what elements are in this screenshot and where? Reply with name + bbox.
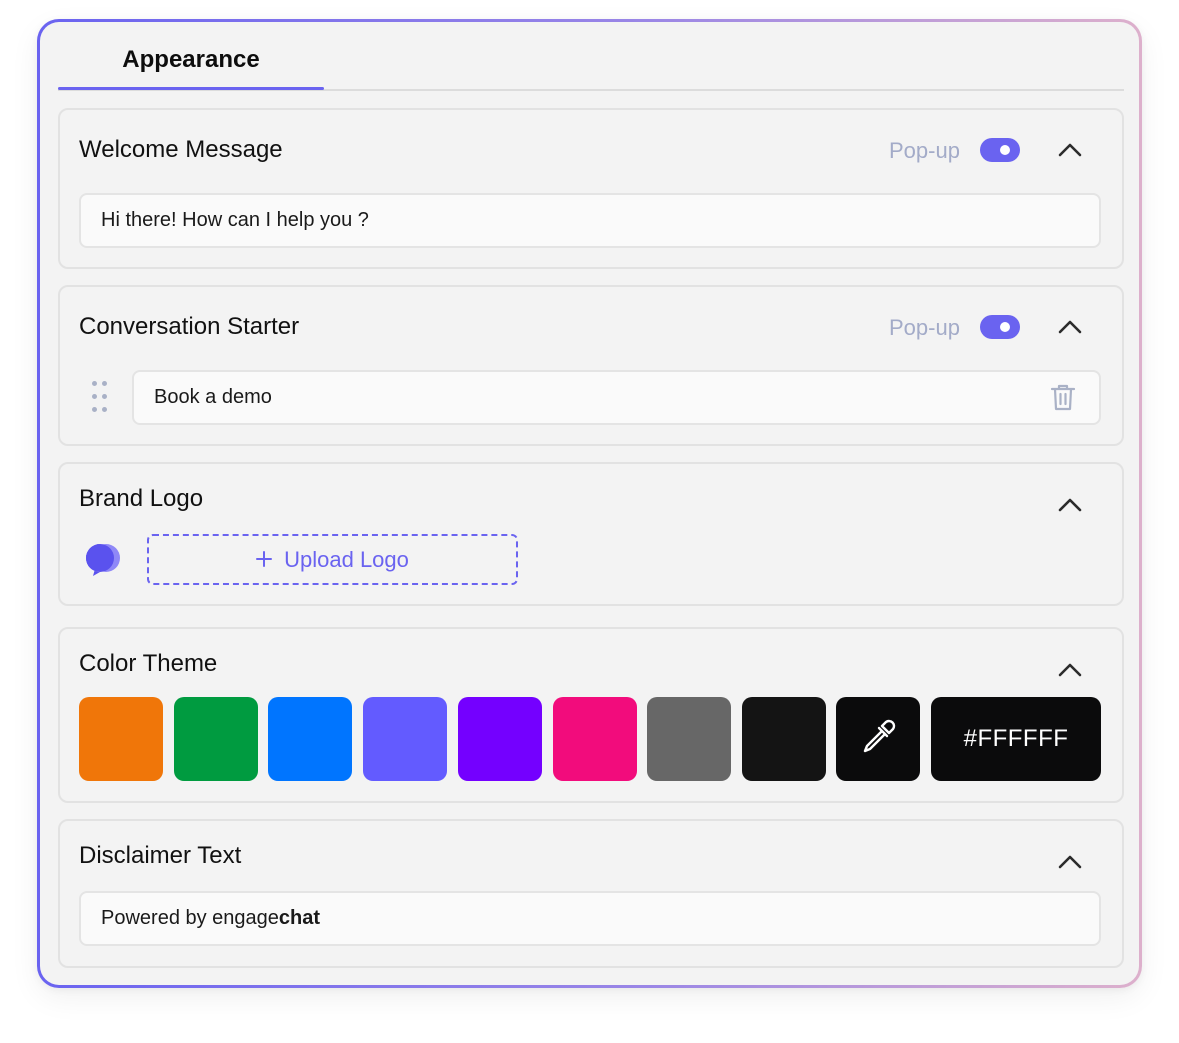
disclaimer-text-input[interactable]: Powered by engage chat (79, 891, 1101, 946)
toggle-knob (1000, 145, 1010, 155)
color-swatch[interactable] (647, 697, 731, 781)
eyedropper-icon (859, 718, 897, 761)
brand-logo-preview (83, 542, 123, 578)
appearance-panel: Appearance Welcome Message Pop-up Hi the… (40, 22, 1139, 985)
chevron-up-icon[interactable] (1056, 140, 1084, 160)
hex-color-input[interactable]: #FFFFFF (931, 697, 1101, 781)
brand-logo-title: Brand Logo (79, 485, 204, 512)
trash-icon[interactable] (1050, 383, 1078, 413)
toggle-knob (1000, 322, 1010, 332)
starter-item-text: Book a demo (154, 386, 272, 408)
color-swatch[interactable] (174, 697, 258, 781)
color-swatch[interactable] (742, 697, 826, 781)
brand-logo-card: Brand Logo Upload Logo (58, 462, 1124, 606)
welcome-message-card: Welcome Message Pop-up Hi there! How can… (58, 108, 1124, 269)
chevron-up-icon[interactable] (1056, 317, 1084, 337)
tab-bar: Appearance (58, 22, 1124, 94)
color-swatch[interactable] (458, 697, 542, 781)
appearance-panel-frame: Appearance Welcome Message Pop-up Hi the… (37, 19, 1142, 988)
disclaimer-text-card: Disclaimer Text Powered by engage chat (58, 819, 1124, 968)
starter-popup-toggle[interactable] (980, 315, 1020, 339)
active-tab-indicator (58, 87, 324, 90)
conversation-starter-title: Conversation Starter (79, 313, 300, 340)
disclaimer-text-title: Disclaimer Text (79, 842, 242, 869)
starter-item-input[interactable]: Book a demo (132, 370, 1101, 425)
conversation-starter-card: Conversation Starter Pop-up Book a demo (58, 285, 1124, 446)
drag-handle-icon[interactable] (92, 381, 110, 415)
color-swatch[interactable] (363, 697, 447, 781)
color-swatch[interactable] (553, 697, 637, 781)
chevron-up-icon[interactable] (1056, 495, 1084, 515)
plus-icon (256, 547, 273, 573)
welcome-message-text: Hi there! How can I help you ? (101, 209, 369, 231)
chevron-up-icon[interactable] (1056, 660, 1084, 680)
welcome-popup-label: Pop-up (889, 138, 960, 163)
welcome-message-title: Welcome Message (79, 136, 283, 163)
disclaimer-brand: chat (278, 907, 321, 929)
chevron-up-icon[interactable] (1056, 852, 1084, 872)
starter-popup-label: Pop-up (889, 315, 960, 340)
welcome-popup-toggle[interactable] (980, 138, 1020, 162)
color-picker-button[interactable] (836, 697, 920, 781)
upload-logo-button[interactable]: Upload Logo (147, 534, 518, 585)
color-theme-card: Color Theme #FFFFFF (58, 627, 1124, 803)
color-swatch[interactable] (79, 697, 163, 781)
tab-appearance[interactable]: Appearance (58, 22, 324, 92)
color-theme-title: Color Theme (79, 650, 218, 677)
welcome-message-input[interactable]: Hi there! How can I help you ? (79, 193, 1101, 248)
disclaimer-prefix: Powered by engage (101, 907, 279, 929)
upload-logo-label: Upload Logo (284, 546, 409, 572)
color-swatch[interactable] (268, 697, 352, 781)
